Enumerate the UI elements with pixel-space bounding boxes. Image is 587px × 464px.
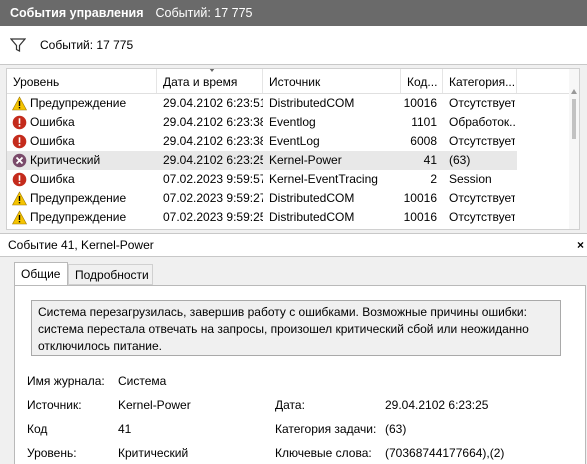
- date-value: 29.04.2102 6:23:25: [385, 398, 489, 412]
- row-category: Отсутствует: [449, 96, 515, 110]
- table-row[interactable]: Ошибка 29.04.2102 6:23:38 Eventlog 1101 Обра…: [7, 113, 517, 132]
- filter-icon[interactable]: [10, 37, 26, 53]
- row-date: 29.04.2102 6:23:38: [163, 134, 263, 148]
- row-level: Критический: [30, 153, 101, 167]
- code-value: 41: [118, 422, 132, 436]
- filter-event-count: Событий: 17 775: [40, 38, 134, 52]
- detail-panel: Система перезагрузилась, завершив работу…: [14, 285, 586, 464]
- table-row[interactable]: Предупреждение 29.04.2102 6:23:51 Distribu…: [7, 94, 517, 113]
- scroll-up-icon[interactable]: [571, 89, 577, 94]
- row-code: 10016: [403, 96, 437, 110]
- error-icon: [12, 115, 27, 130]
- row-level: Ошибка: [30, 115, 75, 129]
- date-label: Дата:: [275, 398, 305, 412]
- row-code: 2: [430, 172, 437, 186]
- row-category: (63): [449, 153, 471, 167]
- row-source: Eventlog: [269, 115, 316, 129]
- row-date: 29.04.2102 6:23:38: [163, 115, 263, 129]
- row-date: 07.02.2023 9:59:27: [163, 191, 263, 205]
- table-row[interactable]: Предупреждение 07.02.2023 9:59:25 Distribu…: [7, 208, 517, 227]
- source-value: Kernel-Power: [118, 398, 191, 412]
- row-date: 29.04.2102 6:23:51: [163, 96, 263, 110]
- level-label: Уровень:: [27, 446, 77, 460]
- window-title: События управления: [10, 6, 144, 20]
- row-code: 10016: [403, 191, 437, 205]
- event-description[interactable]: Система перезагрузилась, завершив работу…: [31, 300, 561, 356]
- column-date[interactable]: Дата и время: [157, 69, 263, 93]
- row-category: Session: [449, 172, 492, 186]
- events-grid[interactable]: Уровень Дата и время Источник Код... Кат…: [6, 68, 580, 230]
- grid-scrollbar[interactable]: [569, 69, 579, 229]
- task-category-value: (63): [385, 422, 407, 436]
- grid-header: Уровень Дата и время Источник Код... Кат…: [7, 69, 579, 94]
- row-level: Предупреждение: [30, 96, 127, 110]
- detail-title: Событие 41, Kernel-Power: [8, 238, 154, 252]
- keywords-value: (70368744177664),(2): [385, 446, 505, 460]
- row-code: 6008: [410, 134, 437, 148]
- row-level: Ошибка: [30, 172, 75, 186]
- column-category[interactable]: Категория...: [443, 69, 517, 93]
- sort-indicator-icon: [209, 69, 215, 72]
- warning-icon: [12, 96, 27, 111]
- code-label: Код: [27, 422, 48, 436]
- table-row[interactable]: Критический 29.04.2102 6:23:25 Kernel-Powe…: [7, 151, 517, 170]
- row-source: DistributedCOM: [269, 96, 355, 110]
- column-code[interactable]: Код...: [401, 69, 443, 93]
- log-name-value: Система: [118, 374, 167, 388]
- table-row[interactable]: Ошибка 29.04.2102 6:23:38 EventLog 6008 Отсу…: [7, 132, 517, 151]
- row-date: 07.02.2023 9:59:57: [163, 172, 263, 186]
- row-source: DistributedCOM: [269, 191, 355, 205]
- log-name-label: Имя журнала:: [27, 374, 105, 388]
- row-date: 29.04.2102 6:23:25: [163, 153, 263, 167]
- warning-icon: [12, 210, 27, 225]
- row-level: Предупреждение: [30, 210, 127, 224]
- source-label: Источник:: [27, 398, 82, 412]
- table-row[interactable]: Ошибка 07.02.2023 9:59:57 Kernel-EventTrac…: [7, 170, 517, 189]
- row-code: 41: [423, 153, 437, 167]
- row-category: Отсутствует: [449, 210, 515, 224]
- table-row[interactable]: Предупреждение 07.02.2023 9:59:27 Distribu…: [7, 189, 517, 208]
- column-level[interactable]: Уровень: [7, 69, 157, 93]
- error-icon: [12, 134, 27, 149]
- row-date: 07.02.2023 9:59:25: [163, 210, 263, 224]
- critical-icon: [12, 153, 27, 168]
- detail-header: Событие 41, Kernel-Power ×: [0, 233, 587, 257]
- level-value: Критический: [118, 446, 189, 460]
- tab-details[interactable]: Подробности: [68, 264, 153, 285]
- row-source: Kernel-EventTracing: [269, 172, 378, 186]
- row-category: Отсутствует: [449, 191, 515, 205]
- row-code: 1101: [411, 115, 437, 129]
- error-icon: [12, 172, 27, 187]
- filter-bar: Событий: 17 775: [0, 26, 587, 65]
- row-category: Отсутствует: [449, 134, 515, 148]
- row-source: Kernel-Power: [269, 153, 342, 167]
- scroll-thumb[interactable]: [572, 99, 576, 139]
- tab-general[interactable]: Общие: [14, 262, 68, 286]
- task-category-label: Категория задачи:: [275, 422, 377, 436]
- row-category: Обработок...: [449, 115, 515, 129]
- close-icon[interactable]: ×: [577, 234, 584, 256]
- row-level: Предупреждение: [30, 191, 127, 205]
- warning-icon: [12, 191, 27, 206]
- row-source: DistributedCOM: [269, 210, 355, 224]
- row-code: 10016: [403, 210, 437, 224]
- window-titlebar: События управления Событий: 17 775: [0, 0, 587, 26]
- column-source[interactable]: Источник: [263, 69, 401, 93]
- title-event-count: Событий: 17 775: [155, 6, 253, 20]
- row-source: EventLog: [269, 134, 320, 148]
- keywords-label: Ключевые слова:: [275, 446, 372, 460]
- row-level: Ошибка: [30, 134, 75, 148]
